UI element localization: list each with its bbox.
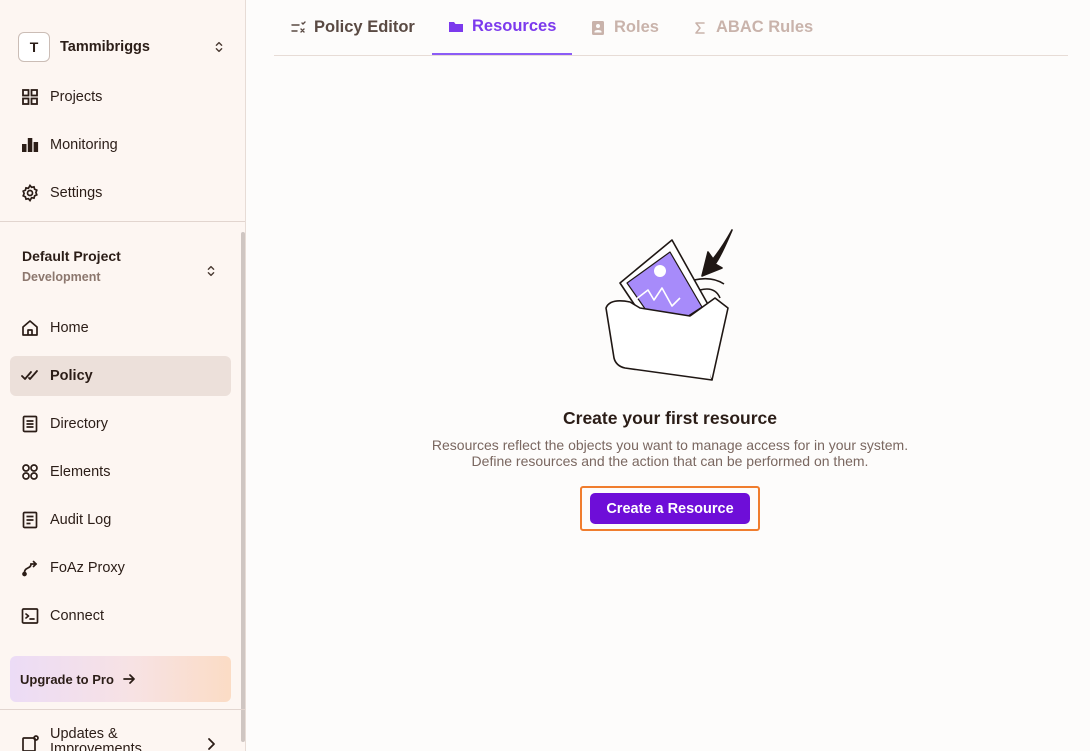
- sidebar-item-label: Policy: [50, 368, 93, 384]
- arrow-right-icon: [123, 674, 135, 684]
- sidebar-item-label: FoAz Proxy: [50, 560, 125, 576]
- tab-label: Resources: [472, 17, 557, 35]
- tab-label: ABAC Rules: [716, 18, 814, 36]
- chevrons-up-down-icon: [215, 41, 223, 53]
- sidebar-item-monitoring[interactable]: Monitoring: [10, 125, 231, 165]
- upgrade-label: Upgrade to Pro: [20, 671, 114, 687]
- updates-label: Updates & Improvements: [50, 726, 142, 751]
- sidebar-item-label: Audit Log: [50, 512, 112, 528]
- sidebar-item-audit-log[interactable]: Audit Log: [10, 500, 231, 540]
- sidebar-scrollbar[interactable]: [241, 232, 245, 742]
- org-switcher[interactable]: T Tammibriggs: [18, 32, 226, 62]
- home-icon: [22, 320, 38, 336]
- id-badge-icon: [592, 20, 604, 35]
- check-check-icon: [21, 370, 38, 380]
- sidebar-item-label: Settings: [50, 185, 103, 201]
- sidebar-item-elements[interactable]: Elements: [10, 452, 231, 492]
- org-name: Tammibriggs: [60, 39, 150, 55]
- terminal-icon: [21, 608, 39, 624]
- sidebar-item-settings[interactable]: Settings: [10, 173, 231, 213]
- project-environment: Development: [22, 270, 101, 284]
- sigma-icon: [695, 21, 705, 34]
- empty-state-description: Resources reflect the objects you want t…: [431, 437, 909, 469]
- tab-abac-rules[interactable]: ABAC Rules: [692, 0, 813, 55]
- sidebar-item-label: Home: [50, 320, 89, 336]
- sidebar-item-home[interactable]: Home: [10, 308, 231, 348]
- org-avatar: T: [18, 32, 50, 62]
- sidebar-divider: [0, 709, 245, 710]
- sidebar-item-policy[interactable]: Policy: [10, 356, 231, 396]
- chevron-right-icon: [208, 738, 215, 750]
- project-switcher[interactable]: Default Project Development: [22, 248, 222, 292]
- updates-link[interactable]: Updates & Improvements: [21, 727, 226, 751]
- sidebar-item-connect[interactable]: Connect: [10, 596, 231, 636]
- gear-icon: [22, 184, 38, 202]
- sidebar-item-label: Elements: [50, 464, 111, 480]
- sidebar-item-label: Monitoring: [50, 137, 118, 153]
- tab-label: Roles: [614, 18, 659, 36]
- document-icon: [22, 511, 38, 529]
- sidebar-item-directory[interactable]: Directory: [10, 404, 231, 444]
- sidebar: T Tammibriggs Projects Monitoring Settin…: [0, 0, 246, 751]
- directory-icon: [22, 415, 38, 433]
- tab-roles[interactable]: Roles: [590, 0, 659, 55]
- create-resource-button[interactable]: Create a Resource: [590, 493, 750, 524]
- folder-icon: [449, 21, 463, 32]
- chevrons-up-down-icon: [207, 265, 215, 277]
- bar-chart-icon: [22, 138, 39, 152]
- tab-label: Policy Editor: [314, 18, 415, 36]
- empty-state: Create your first resource Resources ref…: [360, 228, 980, 538]
- grid-icon: [22, 89, 38, 105]
- create-resource-highlight: Create a Resource: [580, 486, 760, 531]
- sidebar-item-label: Connect: [50, 608, 105, 624]
- tab-resources[interactable]: Resources: [432, 0, 573, 55]
- policy-tabs: Policy Editor Resources Roles ABAC Rules: [274, 0, 1068, 56]
- upgrade-button[interactable]: Upgrade to Pro: [10, 656, 231, 702]
- elements-icon: [22, 464, 38, 480]
- sidebar-item-label: Projects: [50, 89, 103, 105]
- project-name: Default Project: [22, 248, 121, 264]
- empty-state-title: Create your first resource: [563, 408, 777, 428]
- folder-illustration: [605, 229, 733, 381]
- sidebar-divider: [0, 221, 245, 222]
- tab-policy-editor[interactable]: Policy Editor: [290, 0, 415, 55]
- route-icon: [22, 560, 38, 577]
- sidebar-item-foaz-proxy[interactable]: FoAz Proxy: [10, 548, 231, 588]
- sliders-icon: [291, 20, 306, 33]
- megaphone-icon: [22, 735, 39, 751]
- sidebar-item-projects[interactable]: Projects: [10, 77, 231, 117]
- sidebar-item-label: Directory: [50, 416, 109, 432]
